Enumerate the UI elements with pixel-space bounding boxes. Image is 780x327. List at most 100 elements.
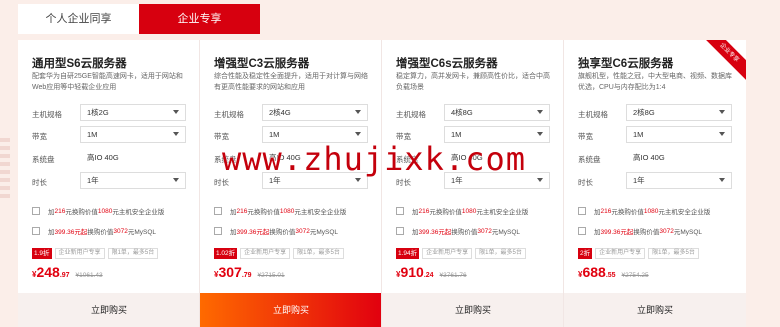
chevron-down-icon xyxy=(355,110,361,114)
checkbox[interactable] xyxy=(578,227,586,235)
addon-value: 1080 xyxy=(279,207,295,215)
badges: 1.02折 企业新用户专享 限1单，最多5台 xyxy=(214,248,344,259)
addon-host-security[interactable]: 加 216 元换购价值 1080 元主机安全企业版 xyxy=(214,206,346,216)
watermark-text: www.zhujixk.com xyxy=(222,140,526,178)
product-card-c6: 企业专享 独享型C6云服务器 旗舰机型，性能之冠，中大型电商、视频、数据库优选，… xyxy=(564,40,746,327)
card-title: 增强型C6s云服务器 xyxy=(396,58,498,70)
tab-personal-enterprise[interactable]: 个人企业同享 xyxy=(18,4,139,34)
duration-select[interactable]: 1年 xyxy=(626,172,732,189)
discount-badge: 2折 xyxy=(578,248,593,259)
addon-price: 216 xyxy=(54,207,66,215)
chevron-down-icon xyxy=(719,178,725,182)
product-cards: 通用型S6云服务器 配套华为自研25GE智能高速网卡，适用于网站和Web应用等中… xyxy=(18,40,746,327)
spec-select[interactable]: 1核2G xyxy=(80,104,186,121)
spec-select[interactable]: 4核8G xyxy=(444,104,550,121)
price-decimal: .55 xyxy=(605,272,616,279)
buy-now-button[interactable]: 立即购买 xyxy=(564,293,746,327)
product-card-c3: 增强型C3云服务器 综合性能及稳定性全面提升，适用于对计算与网络有更高性能要求的… xyxy=(200,40,382,327)
duration-select[interactable]: 1年 xyxy=(80,172,186,189)
addon-text: 元MySQL xyxy=(491,229,521,236)
checkbox[interactable] xyxy=(214,207,222,215)
card-description: 旗舰机型，性能之冠，中大型电商、视频、数据库优选，CPU与内存配比为1:4 xyxy=(578,73,732,91)
addon-value: 1080 xyxy=(97,207,113,215)
addon-value: 3072 xyxy=(659,227,674,235)
bandwidth-select[interactable]: 1M xyxy=(626,126,732,143)
addon-text: 元MySQL xyxy=(673,229,703,236)
buy-now-button[interactable]: 立即购买 xyxy=(382,293,563,327)
bandwidth-value: 1M xyxy=(87,130,98,139)
checkbox[interactable] xyxy=(396,207,404,215)
spec-select[interactable]: 2核8G xyxy=(626,104,732,121)
chevron-down-icon xyxy=(355,132,361,136)
addon-text: 换购价值 xyxy=(451,229,478,236)
buy-now-button[interactable]: 立即购买 xyxy=(18,293,199,327)
product-card-c6s: 增强型C6s云服务器 稳定算力，高并发网卡，兼顾高性价比，适合中高负载场景 主机… xyxy=(382,40,564,327)
addon-text: 元换购价值 xyxy=(611,209,644,216)
tag-limit: 限1单，最多5台 xyxy=(648,248,699,259)
buy-now-button[interactable]: 立即购买 xyxy=(200,293,381,327)
addon-text: 换购价值 xyxy=(633,229,660,236)
price-integer: 910 xyxy=(400,264,424,280)
checkbox[interactable] xyxy=(32,227,40,235)
left-edge-decoration xyxy=(0,138,10,198)
bandwidth-label: 带宽 xyxy=(32,132,47,141)
checkbox[interactable] xyxy=(396,227,404,235)
addon-text: 元换购价值 xyxy=(65,209,98,216)
addon-text: 元换购价值 xyxy=(247,209,280,216)
chevron-down-icon xyxy=(537,132,543,136)
price-decimal: .24 xyxy=(423,272,434,279)
addon-price: 216 xyxy=(600,207,612,215)
disk-value: 高IO 40G xyxy=(626,149,732,166)
original-price: ¥3761.76 xyxy=(439,272,467,279)
checkbox[interactable] xyxy=(214,227,222,235)
spec-select[interactable]: 2核4G xyxy=(262,104,368,121)
tag-new-user: 企业新用户专享 xyxy=(422,248,473,259)
addon-host-security[interactable]: 加 216 元换购价值 1080 元主机安全企业版 xyxy=(578,206,710,216)
addon-text: 元主机安全企业版 xyxy=(294,209,347,216)
discount-badge: 1.9折 xyxy=(32,248,52,259)
addon-mysql[interactable]: 加 399.36元起 换购价值 3072 元MySQL xyxy=(214,226,338,236)
addon-text: 元主机安全企业版 xyxy=(658,209,711,216)
addon-mysql[interactable]: 加 399.36元起 换购价值 3072 元MySQL xyxy=(396,226,520,236)
badges: 2折 企业新用户专享 限1单，最多5台 xyxy=(578,248,699,259)
price-integer: 307 xyxy=(218,264,242,280)
addon-value: 1080 xyxy=(461,207,477,215)
bandwidth-value: 1M xyxy=(451,130,462,139)
addon-price: 216 xyxy=(418,207,430,215)
chevron-down-icon xyxy=(173,178,179,182)
original-price: ¥2754.25 xyxy=(621,272,649,279)
price-integer: 688 xyxy=(582,264,606,280)
addon-mysql[interactable]: 加 399.36元起 换购价值 3072 元MySQL xyxy=(32,226,156,236)
addon-host-security[interactable]: 加 216 元换购价值 1080 元主机安全企业版 xyxy=(396,206,528,216)
disk-label: 系统盘 xyxy=(32,155,55,164)
addon-text: 元主机安全企业版 xyxy=(112,209,165,216)
spec-value: 1核2G xyxy=(87,108,109,117)
chevron-down-icon xyxy=(719,132,725,136)
spec-value: 4核8G xyxy=(451,108,473,117)
bandwidth-value: 1M xyxy=(633,130,644,139)
checkbox[interactable] xyxy=(32,207,40,215)
addon-host-security[interactable]: 加 216 元换购价值 1080 元主机安全企业版 xyxy=(32,206,164,216)
discount-badge: 1.94折 xyxy=(396,248,420,259)
spec-value: 2核8G xyxy=(633,108,655,117)
checkbox[interactable] xyxy=(578,207,586,215)
chevron-down-icon xyxy=(173,132,179,136)
price: ¥910.24 ¥3761.76 xyxy=(396,264,467,280)
addon-value: 3072 xyxy=(113,227,128,235)
addon-value: 3072 xyxy=(295,227,310,235)
price-decimal: .79 xyxy=(241,272,252,279)
tab-enterprise-only[interactable]: 企业专享 xyxy=(139,4,260,34)
duration-label: 时长 xyxy=(214,178,229,187)
price: ¥248.97 ¥1061.43 xyxy=(32,264,103,280)
price: ¥307.79 ¥2715.01 xyxy=(214,264,285,280)
tab-bar: 个人企业同享 企业专享 xyxy=(18,4,262,34)
addon-mysql[interactable]: 加 399.36元起 换购价值 3072 元MySQL xyxy=(578,226,702,236)
badges: 1.94折 企业新用户专享 限1单，最多5台 xyxy=(396,248,526,259)
spec-label: 主机规格 xyxy=(214,110,244,119)
bandwidth-select[interactable]: 1M xyxy=(80,126,186,143)
addon-price: 399.36元起 xyxy=(54,229,88,236)
product-card-s6: 通用型S6云服务器 配套华为自研25GE智能高速网卡，适用于网站和Web应用等中… xyxy=(18,40,200,327)
bandwidth-label: 带宽 xyxy=(578,132,593,141)
duration-label: 时长 xyxy=(578,178,593,187)
chevron-down-icon xyxy=(355,178,361,182)
